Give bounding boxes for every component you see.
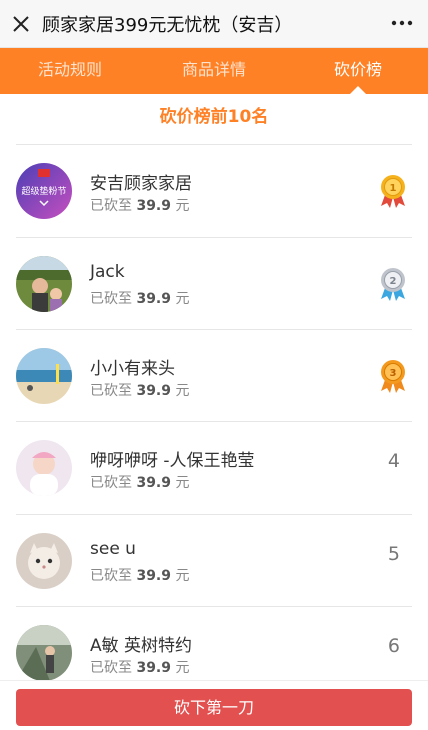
medal-rank: 2 [390,276,397,287]
title-bar: 顾家家居399元无忧枕（安吉） [0,0,428,48]
tab-label: 商品详情 [181,60,246,79]
window-title: 顾家家居399元无忧枕（安吉） [42,15,293,36]
ranking-title: 砍价榜前10名 [159,107,269,127]
tab-rules[interactable]: 活动规则 [0,48,140,94]
tab-product-details[interactable]: 商品详情 [142,48,286,94]
tab-label: 活动规则 [37,60,102,79]
entry-name: 小小有来头 [90,359,175,379]
rank-number: 5 [387,543,400,565]
tab-bar: 活动规则 商品详情 砍价榜 [0,48,428,94]
avatar [16,625,72,681]
avatar: 超级垫粉节 [16,163,72,219]
gold-medal-icon: 1 [381,175,405,208]
entry-name: Jack [90,262,125,282]
more-icon[interactable] [390,13,414,33]
ranking-row[interactable]: 小小有来头 已砍至 39.9 元 3 [16,330,412,422]
ranking-row[interactable]: Jack 已砍至 39.9 元 2 [16,238,412,330]
entry-name: A敏 英树特约 [90,636,193,656]
entry-price: 已砍至 39.9 元 [90,291,190,307]
ranking-row[interactable]: 咿呀咿呀 -人保王艳莹 已砍至 39.9 元 4 [16,422,412,514]
cut-price-button[interactable]: 砍下第一刀 [16,689,412,726]
silver-medal-icon: 2 [381,268,405,301]
entry-price: 已砍至 39.9 元 [90,568,190,584]
entry-price: 已砍至 39.9 元 [90,660,190,676]
close-icon[interactable] [11,14,31,34]
entry-price: 已砍至 39.9 元 [90,198,190,214]
avatar-brand-text: 超级垫粉节 [21,185,66,197]
tab-label: 砍价榜 [333,60,382,79]
ranking-row[interactable]: 超级垫粉节 安吉顾家家居 已砍至 39.9 元 1 [16,145,412,237]
entry-price: 已砍至 39.9 元 [90,475,190,491]
avatar [16,348,72,404]
bottom-bar: 砍下第一刀 [0,680,428,730]
tab-ranking[interactable]: 砍价榜 [288,48,428,94]
medal-rank: 3 [390,368,397,379]
active-tab-caret [350,86,366,94]
avatar [16,256,72,312]
medal-rank: 1 [390,183,397,194]
entry-name: 安吉顾家家居 [90,174,192,194]
entry-name: see u [90,539,136,559]
entry-price: 已砍至 39.9 元 [90,383,190,399]
entry-name: 咿呀咿呀 -人保王艳莹 [90,451,255,471]
rank-number: 4 [387,450,400,472]
avatar [16,440,72,496]
bronze-medal-icon: 3 [381,360,405,393]
rank-number: 6 [387,635,400,657]
avatar [16,533,72,589]
ranking-row[interactable]: see u 已砍至 39.9 元 5 [16,515,412,607]
